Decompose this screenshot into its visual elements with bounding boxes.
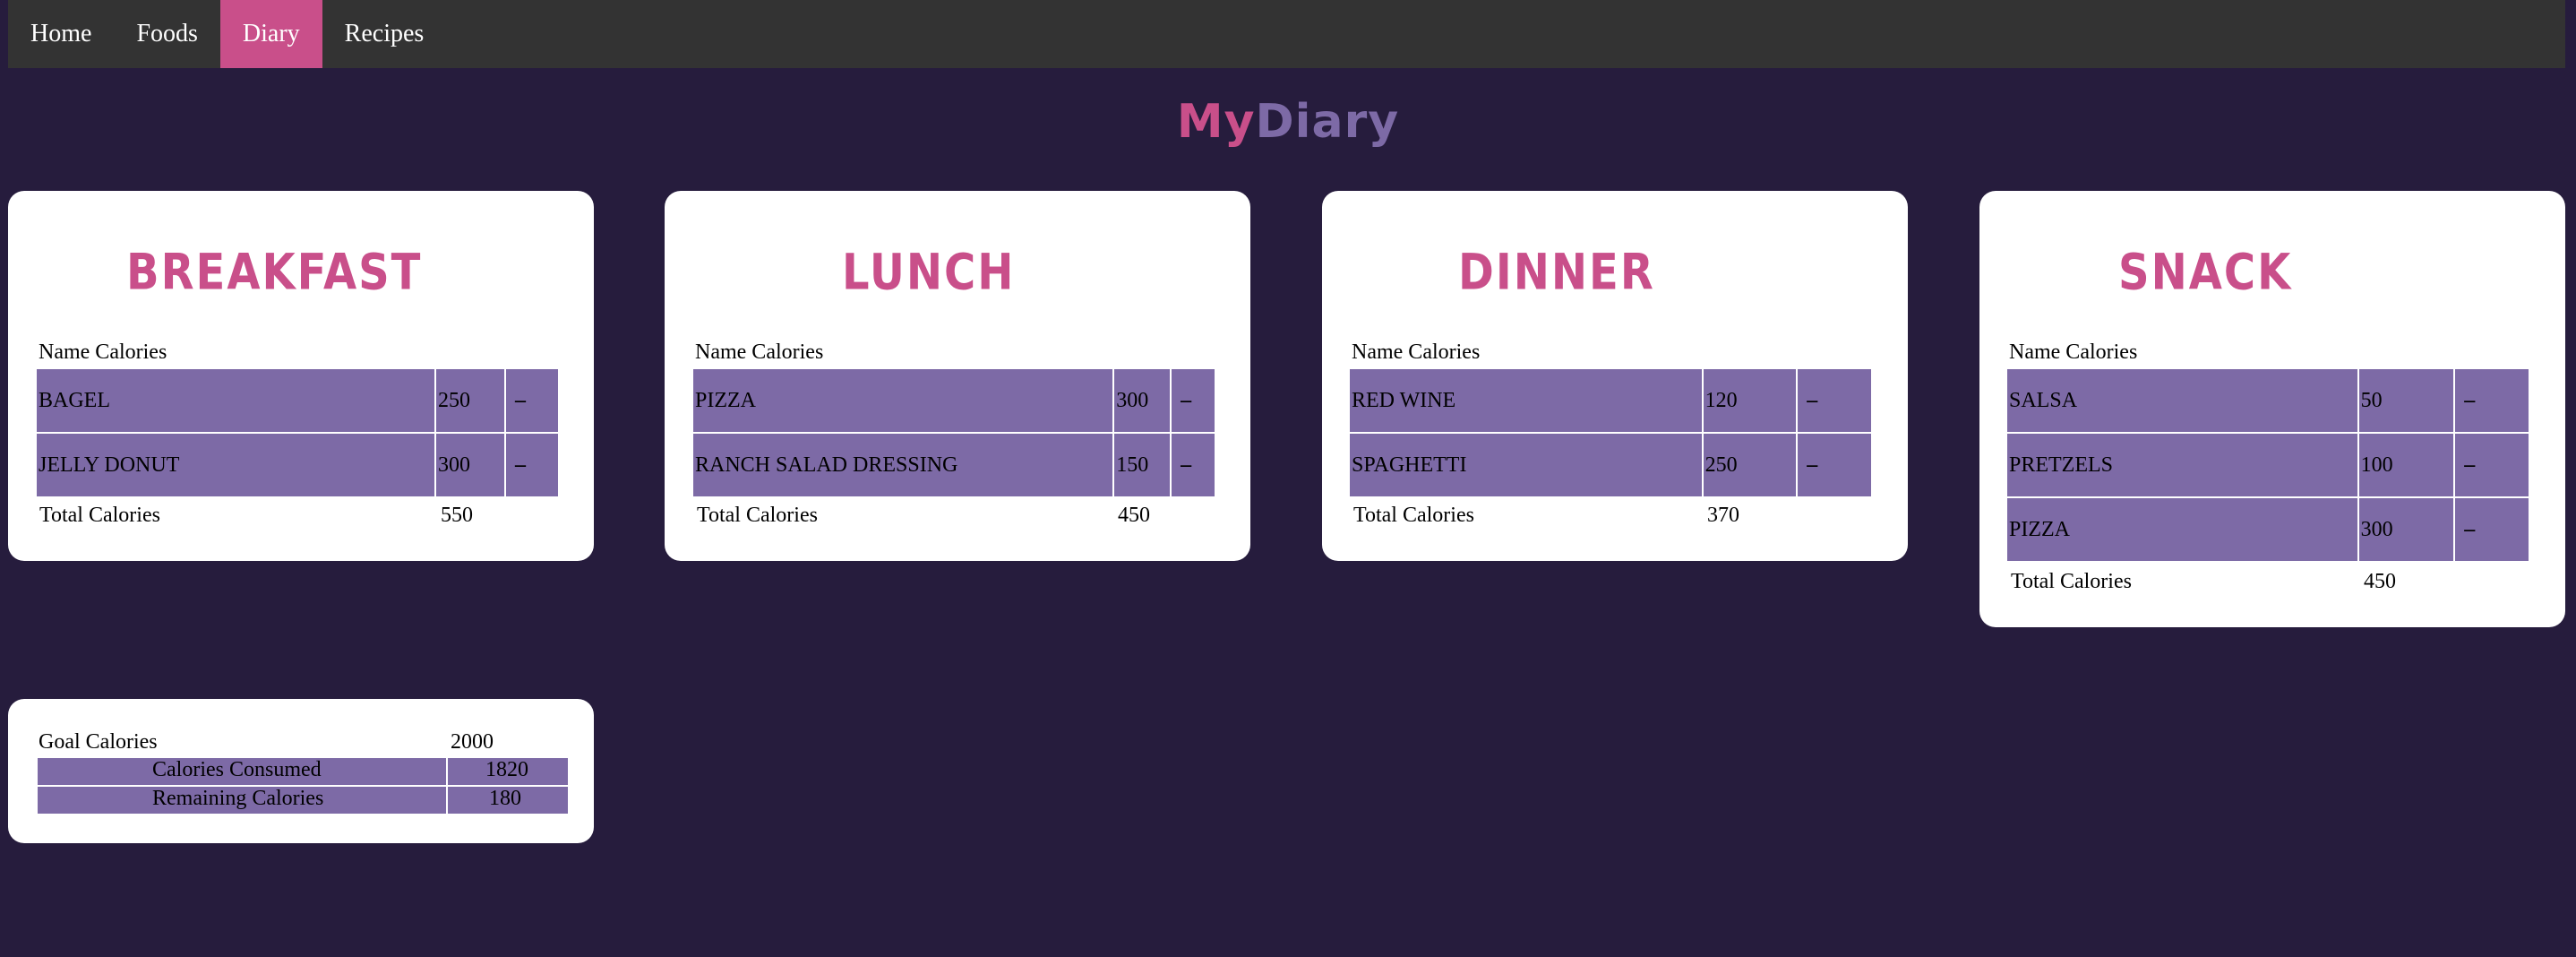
food-calories: 100: [2358, 434, 2454, 496]
delete-button[interactable]: –: [1798, 369, 1871, 432]
table-row: PRETZELS 100 –: [2007, 434, 2529, 496]
food-name: BAGEL: [37, 369, 434, 432]
meal-title-snack: SNACK: [2118, 243, 2293, 302]
calories-consumed-label: Calories Consumed: [152, 758, 322, 781]
food-calories: 250: [1703, 434, 1797, 496]
meal-title-breakfast: BREAKFAST: [126, 243, 423, 302]
table-row: RANCH SALAD DRESSING 150 –: [693, 434, 1215, 496]
table-row: JELLY DONUT 300 –: [37, 434, 558, 496]
table-header-breakfast: Name Calories: [39, 341, 167, 364]
divider: [446, 758, 448, 785]
table-row: SALSA 50 –: [2007, 369, 2529, 432]
table-row: PIZZA 300 –: [693, 369, 1215, 432]
delete-button[interactable]: –: [2455, 434, 2529, 496]
table-row: PIZZA 300 –: [2007, 498, 2529, 561]
table-header-snack: Name Calories: [2009, 341, 2138, 364]
food-name: RANCH SALAD DRESSING: [693, 434, 1113, 496]
delete-button[interactable]: –: [506, 369, 558, 432]
delete-button[interactable]: –: [1798, 434, 1871, 496]
food-calories: 250: [436, 369, 504, 432]
food-calories: 300: [436, 434, 504, 496]
table-header-lunch: Name Calories: [695, 341, 824, 364]
food-name: PIZZA: [693, 369, 1113, 432]
meal-table-lunch: PIZZA 300 – RANCH SALAD DRESSING 150 –: [691, 367, 1216, 498]
food-name: SPAGHETTI: [1350, 434, 1702, 496]
nav-diary[interactable]: Diary: [219, 0, 322, 68]
goal-calories-label: Goal Calories: [39, 730, 158, 754]
remaining-calories-value: 180: [489, 787, 521, 810]
meal-title-dinner: DINNER: [1458, 243, 1655, 302]
food-calories: 300: [1114, 369, 1171, 432]
goal-calories-value: 2000: [451, 730, 494, 754]
meal-table-snack: SALSA 50 – PRETZELS 100 – PIZZA 300 –: [2005, 367, 2530, 563]
calories-consumed-value: 1820: [485, 758, 528, 781]
delete-button[interactable]: –: [2455, 498, 2529, 561]
meal-table-dinner: RED WINE 120 – SPAGHETTI 250 –: [1348, 367, 1873, 498]
goal-calories-row: Goal Calories 2000: [39, 730, 569, 757]
delete-button[interactable]: –: [1172, 369, 1215, 432]
food-name: JELLY DONUT: [37, 434, 434, 496]
table-header-dinner: Name Calories: [1352, 341, 1481, 364]
page-title-my: My: [1176, 95, 1256, 149]
divider: [446, 787, 448, 814]
nav-home[interactable]: Home: [8, 0, 114, 68]
nav-foods[interactable]: Foods: [114, 0, 219, 68]
total-label-dinner: Total Calories: [1353, 504, 1474, 527]
delete-button[interactable]: –: [1172, 434, 1215, 496]
total-label-lunch: Total Calories: [697, 504, 818, 527]
total-value-snack: 450: [2364, 570, 2396, 593]
food-calories: 50: [2358, 369, 2454, 432]
page-title-diary: Diary: [1255, 95, 1400, 149]
food-calories: 120: [1703, 369, 1797, 432]
meal-title-lunch: LUNCH: [842, 243, 1016, 302]
remaining-calories-label: Remaining Calories: [152, 787, 324, 810]
meal-table-breakfast: BAGEL 250 – JELLY DONUT 300 –: [35, 367, 560, 498]
total-value-dinner: 370: [1707, 504, 1739, 527]
total-label-snack: Total Calories: [2011, 570, 2132, 593]
total-value-breakfast: 550: [441, 504, 473, 527]
food-name: PRETZELS: [2007, 434, 2357, 496]
table-row: BAGEL 250 –: [37, 369, 558, 432]
nav-recipes[interactable]: Recipes: [322, 0, 447, 68]
total-value-lunch: 450: [1118, 504, 1150, 527]
remaining-calories-row: Remaining Calories 180: [38, 787, 568, 814]
food-calories: 300: [2358, 498, 2454, 561]
navbar: Home Foods Diary Recipes: [8, 0, 2565, 68]
food-name: SALSA: [2007, 369, 2357, 432]
delete-button[interactable]: –: [2455, 369, 2529, 432]
delete-button[interactable]: –: [506, 434, 558, 496]
food-name: PIZZA: [2007, 498, 2357, 561]
total-label-breakfast: Total Calories: [39, 504, 160, 527]
page-title: MyDiary: [0, 95, 2576, 149]
food-calories: 150: [1114, 434, 1171, 496]
calories-consumed-row: Calories Consumed 1820: [38, 758, 568, 785]
food-name: RED WINE: [1350, 369, 1702, 432]
table-row: RED WINE 120 –: [1350, 369, 1871, 432]
table-row: SPAGHETTI 250 –: [1350, 434, 1871, 496]
